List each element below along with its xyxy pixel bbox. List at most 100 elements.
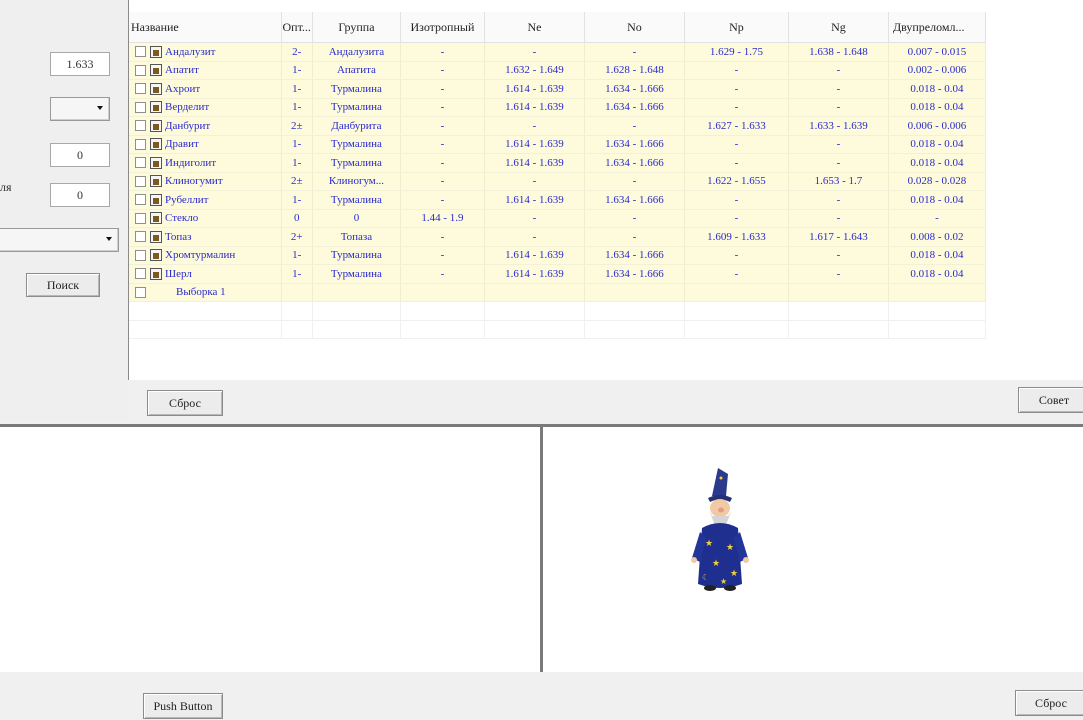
cell-empty <box>684 301 789 321</box>
field-label: ля <box>0 180 12 194</box>
cell-name[interactable]: Стекло <box>129 209 282 228</box>
row-checkbox[interactable] <box>135 46 146 58</box>
cell-no: 1.634 - 1.666 <box>584 79 685 99</box>
row-checkbox[interactable] <box>135 120 146 132</box>
cell-empty <box>484 301 585 321</box>
cell-group: Апатита <box>312 61 401 80</box>
selection-label: Выборка 1 <box>176 286 226 299</box>
cell-empty <box>129 320 282 339</box>
table-row[interactable]: Индиголит 1- Турмалина -1.614 - 1.639 1.634 … <box>129 153 986 173</box>
column-header-np[interactable]: Np <box>684 12 789 43</box>
document-icon <box>150 64 162 77</box>
table-row[interactable]: Дравит 1- Турмалина -1.614 - 1.639 1.634 - 1… <box>129 135 986 154</box>
min-value-input[interactable]: 0 <box>50 143 110 167</box>
row-checkbox[interactable] <box>135 268 146 280</box>
cell-name[interactable]: Индиголит <box>129 153 282 173</box>
row-checkbox[interactable] <box>135 83 146 95</box>
cell-name[interactable]: Апатит <box>129 61 282 80</box>
cell-empty <box>684 283 789 302</box>
cell-np: - <box>684 153 789 173</box>
cell-optics: 1- <box>281 135 313 154</box>
mineral-name: Клиногумит <box>165 175 223 188</box>
cell-birefringence: - <box>888 209 986 228</box>
reset-button[interactable]: Сброс <box>147 390 223 416</box>
table-row[interactable]: Ахроит 1- Турмалина -1.614 - 1.639 1.634 - 1… <box>129 79 986 99</box>
table-row[interactable]: Рубеллит 1- Турмалина -1.614 - 1.639 1.634 -… <box>129 190 986 210</box>
cell-ne: 1.614 - 1.639 <box>484 98 585 117</box>
cell-name[interactable]: Топаз <box>129 227 282 247</box>
refraction-value-input[interactable]: 1.633 <box>50 52 110 76</box>
table-row[interactable]: Данбурит 2± Данбурита - - -1.627 - 1.633 1.633… <box>129 116 986 136</box>
cell-empty <box>312 301 401 321</box>
cell-group: Турмалина <box>312 98 401 117</box>
cell-name[interactable]: Верделит <box>129 98 282 117</box>
cell-name[interactable]: Ахроит <box>129 79 282 99</box>
column-header-name[interactable]: Название <box>129 12 282 43</box>
cell-name[interactable]: Выборка 1 <box>129 283 282 302</box>
row-checkbox[interactable] <box>135 194 146 206</box>
table-row[interactable]: Хромтурмалин 1- Турмалина -1.614 - 1.639 1.6… <box>129 246 986 265</box>
chevron-down-icon <box>97 106 103 110</box>
document-icon <box>150 175 162 188</box>
selection-checkbox[interactable] <box>135 287 146 299</box>
cell-name[interactable]: Дравит <box>129 135 282 154</box>
wizard-assistant-icon[interactable]: ★ ★ ★ ★ ☾ ★ <box>690 466 750 594</box>
cell-optics: 1- <box>281 61 313 80</box>
row-checkbox[interactable] <box>135 138 146 150</box>
row-checkbox[interactable] <box>135 231 146 243</box>
advice-button[interactable]: Совет <box>1018 387 1083 413</box>
cell-birefringence: 0.002 - 0.006 <box>888 61 986 80</box>
selection-row[interactable]: Выборка 1 <box>129 283 986 302</box>
cell-ng: - <box>788 98 889 117</box>
cell-empty <box>400 320 485 339</box>
row-checkbox[interactable] <box>135 249 146 261</box>
mineral-name: Топаз <box>165 230 192 243</box>
document-icon <box>150 45 162 58</box>
cell-isotropic: - <box>400 61 485 80</box>
table-row[interactable]: Топаз 2+ Топаза - - -1.609 - 1.633 1.617 - 1.6… <box>129 227 986 247</box>
column-header-group[interactable]: Группа <box>312 12 401 43</box>
reset-bottom-button[interactable]: Сброс <box>1015 690 1083 716</box>
cell-birefringence: 0.018 - 0.04 <box>888 190 986 210</box>
column-header-ne[interactable]: Ne <box>484 12 585 43</box>
row-checkbox[interactable] <box>135 101 146 113</box>
cell-isotropic: - <box>400 264 485 284</box>
cell-name[interactable]: Андалузит <box>129 42 282 62</box>
table-row[interactable]: Апатит 1- Апатита -1.632 - 1.649 1.628 - 1.6… <box>129 61 986 80</box>
column-header-ng[interactable]: Ng <box>788 12 889 43</box>
cell-ne: - <box>484 116 585 136</box>
row-checkbox[interactable] <box>135 212 146 224</box>
column-header-birefringence[interactable]: Двупреломл... <box>888 12 986 43</box>
cell-optics: 2± <box>281 172 313 191</box>
group-dropdown[interactable] <box>0 228 119 252</box>
row-checkbox[interactable] <box>135 64 146 76</box>
cell-group: Турмалина <box>312 246 401 265</box>
cell-optics: 2- <box>281 42 313 62</box>
cell-group: Турмалина <box>312 153 401 173</box>
search-button[interactable]: Поиск <box>26 273 100 297</box>
column-header-optics[interactable]: Опт... <box>281 12 313 43</box>
column-header-no[interactable]: No <box>584 12 685 43</box>
filter-dropdown[interactable] <box>50 97 110 121</box>
cell-ne: - <box>484 42 585 62</box>
table-row[interactable]: Андалузит 2- Андалузита - - -1.629 - 1.75 1.63… <box>129 42 986 62</box>
cell-name[interactable]: Шерл <box>129 264 282 284</box>
cell-name[interactable]: Рубеллит <box>129 190 282 210</box>
table-row[interactable]: Верделит 1- Турмалина -1.614 - 1.639 1.634 -… <box>129 98 986 117</box>
row-checkbox[interactable] <box>135 175 146 187</box>
column-header-isotropic[interactable]: Изотропный <box>400 12 485 43</box>
table-row[interactable]: Стекло 0 0 1.44 - 1.9- - - - - <box>129 209 986 228</box>
row-checkbox[interactable] <box>135 157 146 169</box>
max-value-input[interactable]: 0 <box>50 183 110 207</box>
document-icon <box>150 156 162 169</box>
cell-name[interactable]: Данбурит <box>129 116 282 136</box>
push-button[interactable]: Push Button <box>143 693 223 719</box>
cell-name[interactable]: Хромтурмалин <box>129 246 282 265</box>
svg-text:★: ★ <box>726 542 734 552</box>
cell-no: - <box>584 116 685 136</box>
cell-ne: 1.614 - 1.639 <box>484 264 585 284</box>
mineral-name: Апатит <box>165 64 199 77</box>
table-row[interactable]: Клиногумит 2± Клиногум... - - -1.622 - 1.655 1… <box>129 172 986 191</box>
table-row[interactable]: Шерл 1- Турмалина -1.614 - 1.639 1.634 - 1.6… <box>129 264 986 284</box>
cell-name[interactable]: Клиногумит <box>129 172 282 191</box>
